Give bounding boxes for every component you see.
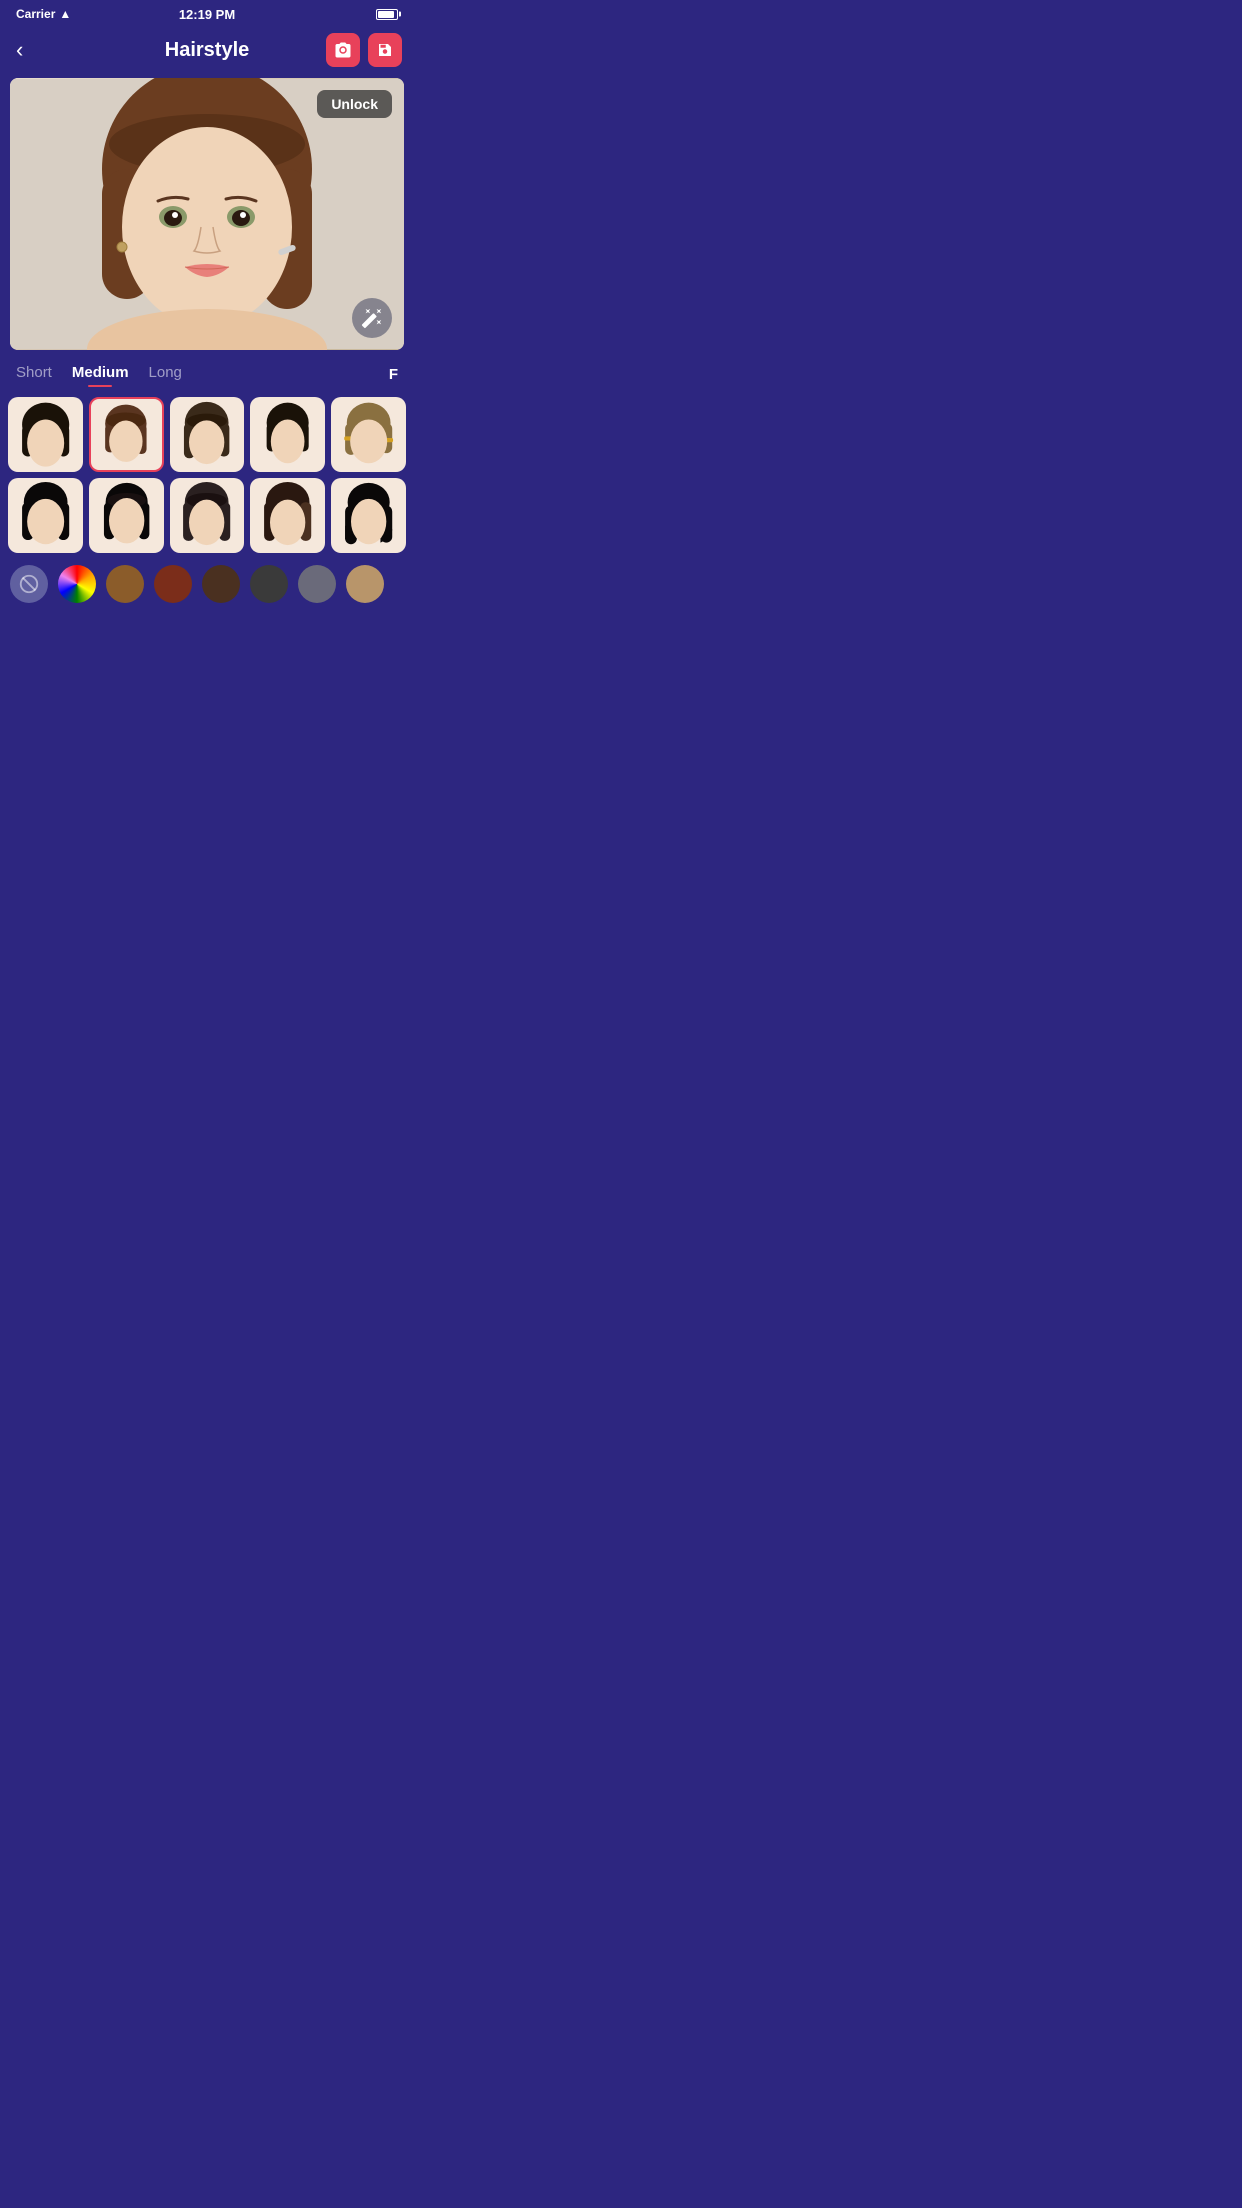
hair-thumbnail-8 xyxy=(173,482,240,549)
tab-short[interactable]: Short xyxy=(16,364,52,385)
face-preview xyxy=(10,78,404,350)
save-button[interactable] xyxy=(368,33,402,67)
no-color-icon xyxy=(18,573,40,595)
face-svg xyxy=(10,78,404,350)
style-item-5[interactable] xyxy=(331,397,406,472)
style-item-3[interactable] xyxy=(170,397,245,472)
hair-thumbnail-3 xyxy=(173,401,240,468)
carrier-label: Carrier xyxy=(16,7,55,21)
camera-button[interactable] xyxy=(326,33,360,67)
unlock-button[interactable]: Unlock xyxy=(317,90,392,118)
battery-icon xyxy=(376,9,398,20)
time-label: 12:19 PM xyxy=(179,7,235,22)
style-item-8[interactable] xyxy=(170,478,245,553)
style-item-2[interactable] xyxy=(89,397,164,472)
tab-medium[interactable]: Medium xyxy=(72,364,129,385)
header: ‹ Hairstyle xyxy=(0,28,414,72)
hair-thumbnail-7 xyxy=(93,482,160,549)
style-item-4[interactable] xyxy=(250,397,325,472)
style-item-7[interactable] xyxy=(89,478,164,553)
color-brown[interactable] xyxy=(106,565,144,603)
wifi-icon: ▲ xyxy=(59,7,71,21)
page-title: Hairstyle xyxy=(165,39,250,62)
color-tan[interactable] xyxy=(346,565,384,603)
gender-label[interactable]: F xyxy=(389,366,398,383)
hair-thumbnail-6 xyxy=(12,482,79,549)
hair-thumbnail-4 xyxy=(254,401,321,468)
hair-thumbnail-5 xyxy=(335,401,402,468)
back-button[interactable]: ‹ xyxy=(12,35,27,65)
hair-thumbnail-1 xyxy=(12,401,79,468)
camera-icon xyxy=(334,41,352,59)
color-dark-brown[interactable] xyxy=(202,565,240,603)
hair-thumbnail-10 xyxy=(335,482,402,549)
style-item-1[interactable] xyxy=(8,397,83,472)
style-grid xyxy=(0,389,414,559)
color-red-brown[interactable] xyxy=(154,565,192,603)
save-icon xyxy=(376,41,394,59)
color-medium-gray[interactable] xyxy=(298,565,336,603)
style-item-6[interactable] xyxy=(8,478,83,553)
style-item-9[interactable] xyxy=(250,478,325,553)
tab-bar: Short Medium Long F xyxy=(0,356,414,389)
hair-thumbnail-2 xyxy=(94,403,158,467)
magic-wand-icon xyxy=(361,307,383,329)
status-bar: Carrier ▲ 12:19 PM xyxy=(0,0,414,28)
style-item-10[interactable] xyxy=(331,478,406,553)
main-image-area: Unlock xyxy=(10,78,404,350)
hair-thumbnail-9 xyxy=(254,482,321,549)
tab-long[interactable]: Long xyxy=(149,364,182,385)
color-none[interactable] xyxy=(10,565,48,603)
color-dark-gray[interactable] xyxy=(250,565,288,603)
header-actions xyxy=(326,33,402,67)
color-bar xyxy=(0,559,414,609)
magic-button[interactable] xyxy=(352,298,392,338)
color-rainbow[interactable] xyxy=(58,565,96,603)
